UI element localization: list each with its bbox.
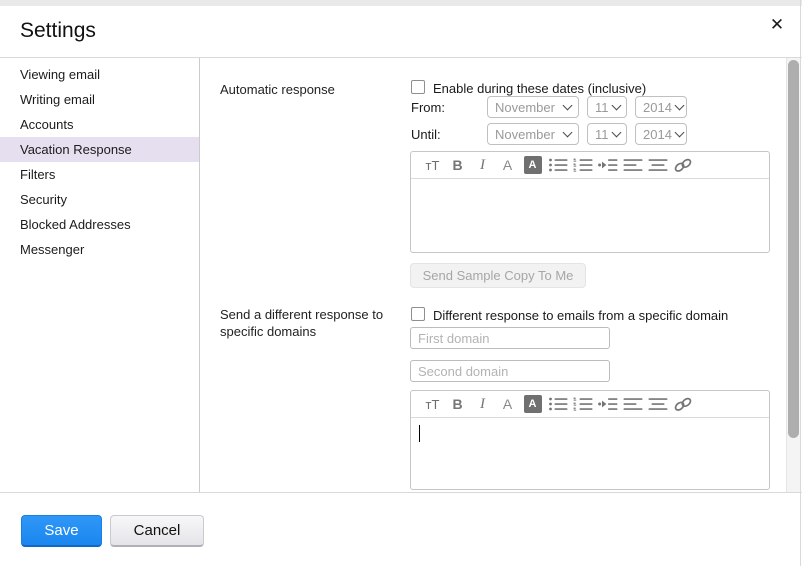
sidebar-item-security[interactable]: Security [0, 187, 199, 212]
sidebar-item-filters[interactable]: Filters [0, 162, 199, 187]
specific-domains-label: Send a different response to specific do… [220, 307, 384, 339]
scrollbar-thumb[interactable] [788, 60, 799, 438]
automatic-response-label: Automatic response [220, 82, 335, 97]
chevron-down-icon [611, 127, 621, 137]
editor-toolbar: тT B I A A [411, 152, 769, 179]
settings-dialog: Settings ✕ Viewing email Writing email A… [0, 0, 802, 566]
from-month-select[interactable]: November [487, 96, 579, 118]
from-day-value: 11 [595, 99, 609, 115]
chevron-down-icon [562, 127, 573, 137]
from-year-select[interactable]: 2014 [635, 96, 687, 118]
sidebar-item-messenger[interactable]: Messenger [0, 237, 199, 262]
chevron-down-icon [674, 100, 685, 110]
bold-icon[interactable]: B [445, 154, 470, 176]
indent-icon[interactable] [595, 154, 620, 176]
link-icon[interactable] [670, 154, 695, 176]
send-sample-copy-button[interactable]: Send Sample Copy To Me [410, 263, 586, 288]
page-title: Settings [20, 19, 96, 42]
sidebar-item-vacation-response[interactable]: Vacation Response [0, 137, 199, 162]
font-color-icon[interactable]: A [495, 154, 520, 176]
font-size-icon[interactable]: тT [420, 393, 445, 415]
close-icon[interactable]: ✕ [766, 14, 788, 36]
sidebar-item-accounts[interactable]: Accounts [0, 112, 199, 137]
page-background-strip [0, 0, 802, 6]
sidebar-item-viewing-email[interactable]: Viewing email [0, 62, 199, 87]
font-size-icon[interactable]: тT [420, 154, 445, 176]
font-color-icon[interactable]: A [495, 393, 520, 415]
dialog-right-edge [800, 0, 801, 566]
from-month-value: November [495, 99, 555, 115]
editor-toolbar: тT B I A A [411, 391, 769, 418]
different-response-checkbox-label: Different response to emails from a spec… [433, 308, 729, 323]
save-button[interactable]: Save [21, 515, 102, 547]
sidebar-item-blocked-addresses[interactable]: Blocked Addresses [0, 212, 199, 237]
second-domain-input[interactable] [410, 360, 610, 382]
numbered-list-icon[interactable] [570, 154, 595, 176]
italic-icon[interactable]: I [470, 393, 495, 415]
sidebar-item-writing-email[interactable]: Writing email [0, 87, 199, 112]
bullet-list-icon[interactable] [545, 393, 570, 415]
from-year-value: 2014 [643, 99, 672, 115]
from-day-select[interactable]: 11 [587, 96, 627, 118]
align-center-icon[interactable] [645, 393, 670, 415]
until-year-select[interactable]: 2014 [635, 123, 687, 145]
chevron-down-icon [562, 100, 573, 110]
until-year-value: 2014 [643, 126, 672, 142]
highlight-color-icon[interactable]: A [520, 393, 545, 415]
link-icon[interactable] [670, 393, 695, 415]
numbered-list-icon[interactable] [570, 393, 595, 415]
chevron-down-icon [674, 127, 685, 137]
domain-response-editor: тT B I A A [410, 390, 770, 490]
italic-icon[interactable]: I [470, 154, 495, 176]
bold-icon[interactable]: B [445, 393, 470, 415]
response-text-area[interactable] [411, 179, 769, 252]
until-month-value: November [495, 126, 555, 142]
align-center-icon[interactable] [645, 154, 670, 176]
domain-response-text-area[interactable] [411, 418, 769, 491]
first-domain-input[interactable] [410, 327, 610, 349]
chevron-down-icon [611, 100, 621, 110]
align-left-icon[interactable] [620, 154, 645, 176]
enable-dates-checkbox[interactable] [411, 80, 425, 94]
cancel-button[interactable]: Cancel [110, 515, 204, 547]
vacation-response-editor: тT B I A A [410, 151, 770, 253]
indent-icon[interactable] [595, 393, 620, 415]
align-left-icon[interactable] [620, 393, 645, 415]
from-label: From: [411, 100, 445, 115]
settings-sidebar: Viewing email Writing email Accounts Vac… [0, 58, 200, 492]
until-day-select[interactable]: 11 [587, 123, 627, 145]
until-day-value: 11 [595, 126, 609, 142]
enable-dates-checkbox-label: Enable during these dates (inclusive) [433, 81, 647, 96]
different-response-checkbox[interactable] [411, 307, 425, 321]
until-month-select[interactable]: November [487, 123, 579, 145]
bullet-list-icon[interactable] [545, 154, 570, 176]
until-label: Until: [411, 127, 441, 142]
text-cursor [419, 425, 420, 442]
highlight-color-icon[interactable]: A [520, 154, 545, 176]
